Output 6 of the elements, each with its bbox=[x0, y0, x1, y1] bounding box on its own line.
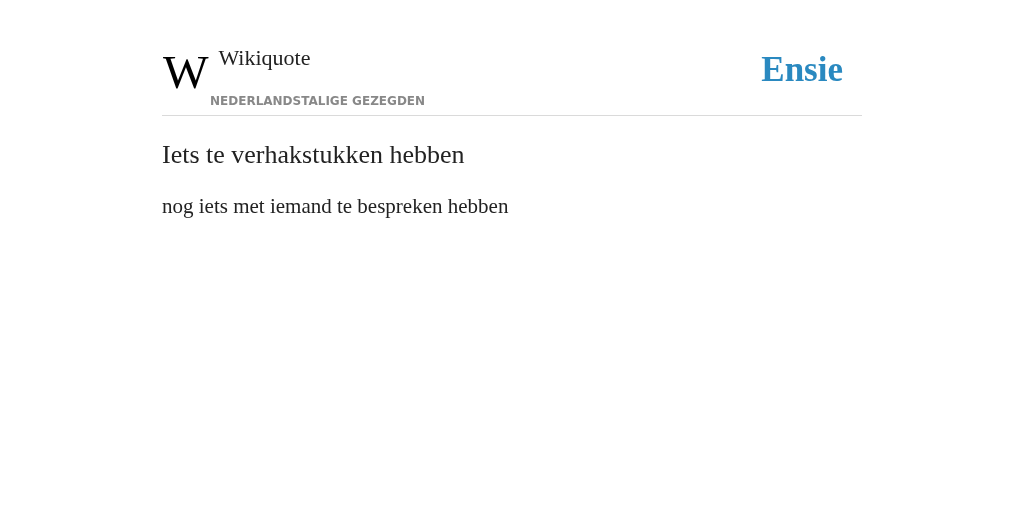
brand-logo[interactable]: Ensie bbox=[761, 50, 843, 90]
article-title: Iets te verhakstukken hebben bbox=[162, 140, 466, 170]
definition-text: nog iets met iemand te bespreken hebben bbox=[162, 193, 510, 220]
site-name[interactable]: Wikiquote bbox=[218, 44, 311, 72]
subtitle: NEDERLANDSTALIGE GEZEGDEN bbox=[210, 94, 427, 108]
logo-mark[interactable]: W bbox=[162, 50, 207, 96]
